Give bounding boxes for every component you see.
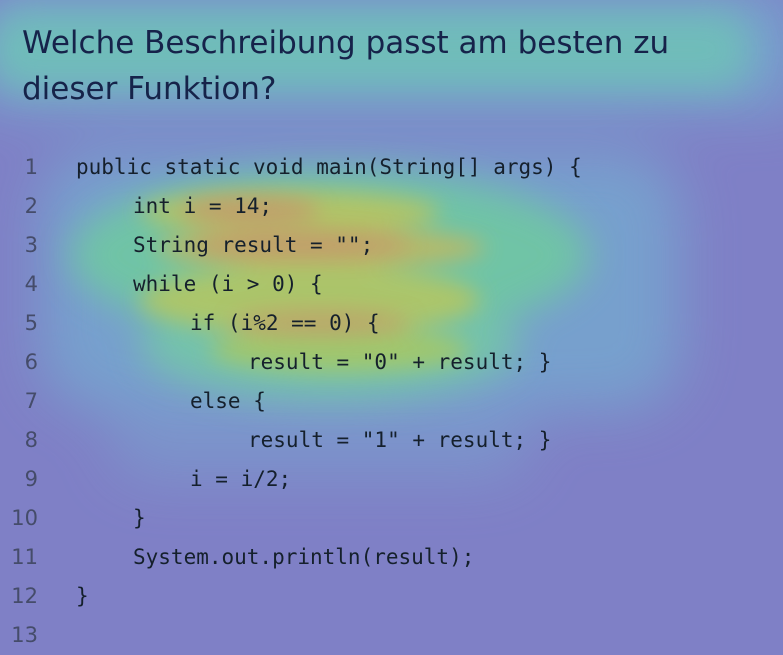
line-number: 6 [24, 350, 38, 374]
line-number: 3 [24, 233, 38, 257]
code-line: 10 } [0, 499, 783, 538]
code-line: 12 } [0, 577, 783, 616]
line-code: i = i/2; [190, 467, 292, 491]
line-number: 12 [11, 584, 38, 608]
line-number: 9 [24, 467, 38, 491]
code-line: 6 result = "0" + result; } [0, 343, 783, 382]
question-heading: Welche Beschreibung passt am besten zu d… [22, 25, 670, 107]
code-line: 4 while (i > 0) { [0, 265, 783, 304]
code-line: 7 else { [0, 382, 783, 421]
line-number: 8 [24, 428, 38, 452]
line-code: result = "0" + result; } [248, 350, 552, 374]
line-number: 7 [24, 389, 38, 413]
code-line: 11 System.out.println(result); [0, 538, 783, 577]
line-code: else { [190, 389, 266, 413]
line-number: 4 [24, 272, 38, 296]
line-code: public static void main(String[] args) { [76, 155, 582, 179]
line-number: 10 [11, 506, 38, 530]
line-code: int i = 14; [133, 194, 273, 218]
line-code: } [133, 506, 146, 530]
code-line: 1 public static void main(String[] args)… [0, 148, 783, 187]
code-listing: 1 public static void main(String[] args)… [0, 148, 783, 655]
line-number: 11 [11, 545, 38, 569]
code-line: 9 i = i/2; [0, 460, 783, 499]
code-line: 8 result = "1" + result; } [0, 421, 783, 460]
line-number: 13 [11, 623, 38, 647]
line-code: String result = ""; [133, 233, 374, 257]
line-number: 2 [24, 194, 38, 218]
code-line: 2 int i = 14; [0, 187, 783, 226]
line-number: 5 [24, 311, 38, 335]
line-code: result = "1" + result; } [248, 428, 552, 452]
line-code: System.out.println(result); [133, 545, 475, 569]
line-code: if (i%2 == 0) { [190, 311, 380, 335]
code-line: 5 if (i%2 == 0) { [0, 304, 783, 343]
line-code: } [76, 584, 89, 608]
line-code: while (i > 0) { [133, 272, 323, 296]
code-line: 13 [0, 616, 783, 655]
code-line: 3 String result = ""; [0, 226, 783, 265]
line-number: 1 [24, 155, 38, 179]
